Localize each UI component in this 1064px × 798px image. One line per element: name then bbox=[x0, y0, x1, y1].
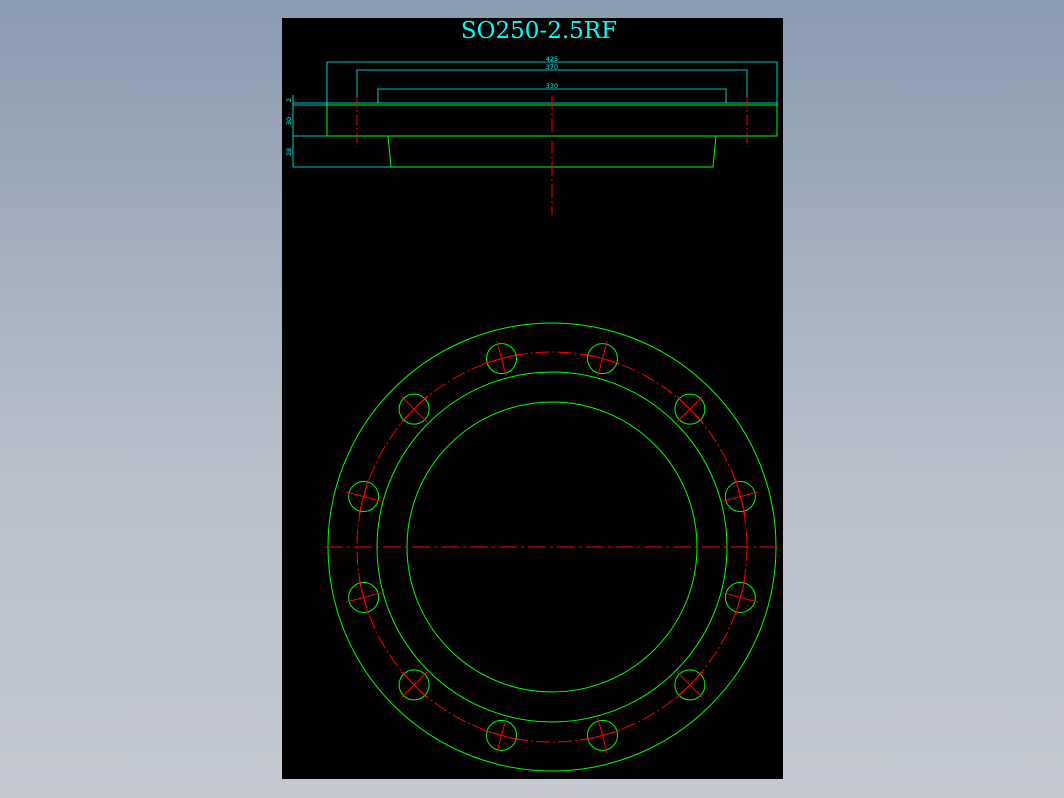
bolt-hole bbox=[484, 717, 520, 753]
bolt-hole bbox=[674, 669, 706, 701]
dim-text-425: 425 bbox=[546, 55, 558, 63]
bolt-hole bbox=[584, 341, 620, 377]
dim-text-28: 28 bbox=[285, 148, 293, 156]
bolt-hole bbox=[484, 341, 520, 377]
flange-drawing: SO250-2.5RF 425 370 330 2 30 28 bbox=[285, 18, 779, 772]
bolt-hole-tangent-mark bbox=[358, 579, 369, 615]
bolt-hole bbox=[584, 717, 620, 753]
dim-text-370: 370 bbox=[546, 63, 558, 71]
side-view: 425 370 330 2 30 28 bbox=[285, 55, 778, 215]
dim-text-30: 30 bbox=[285, 117, 293, 125]
bolt-hole bbox=[722, 479, 758, 515]
bolt-hole-tangent-mark bbox=[484, 730, 520, 741]
bolt-hole bbox=[398, 393, 430, 425]
vertical-dimensions bbox=[292, 95, 391, 168]
bolt-hole-tangent-mark bbox=[584, 353, 620, 364]
plan-view bbox=[325, 322, 779, 772]
drawing-title: SO250-2.5RF bbox=[461, 18, 617, 44]
bolt-hole-tangent-mark bbox=[735, 479, 746, 515]
bolt-hole-tangent-mark bbox=[358, 479, 369, 515]
bolt-hole bbox=[398, 669, 430, 701]
dim-text-330: 330 bbox=[546, 82, 558, 90]
bolt-hole-tangent-mark bbox=[584, 730, 620, 741]
bolt-hole-tangent-mark bbox=[735, 579, 746, 615]
drawing-sheet: SO250-2.5RF 425 370 330 2 30 28 bbox=[282, 18, 783, 779]
bolt-hole bbox=[346, 479, 382, 515]
bolt-hole bbox=[722, 579, 758, 615]
bolt-hole-tangent-mark bbox=[484, 353, 520, 364]
dim-text-2: 2 bbox=[285, 98, 293, 102]
bolt-hole bbox=[346, 579, 382, 615]
bolt-hole bbox=[674, 393, 706, 425]
